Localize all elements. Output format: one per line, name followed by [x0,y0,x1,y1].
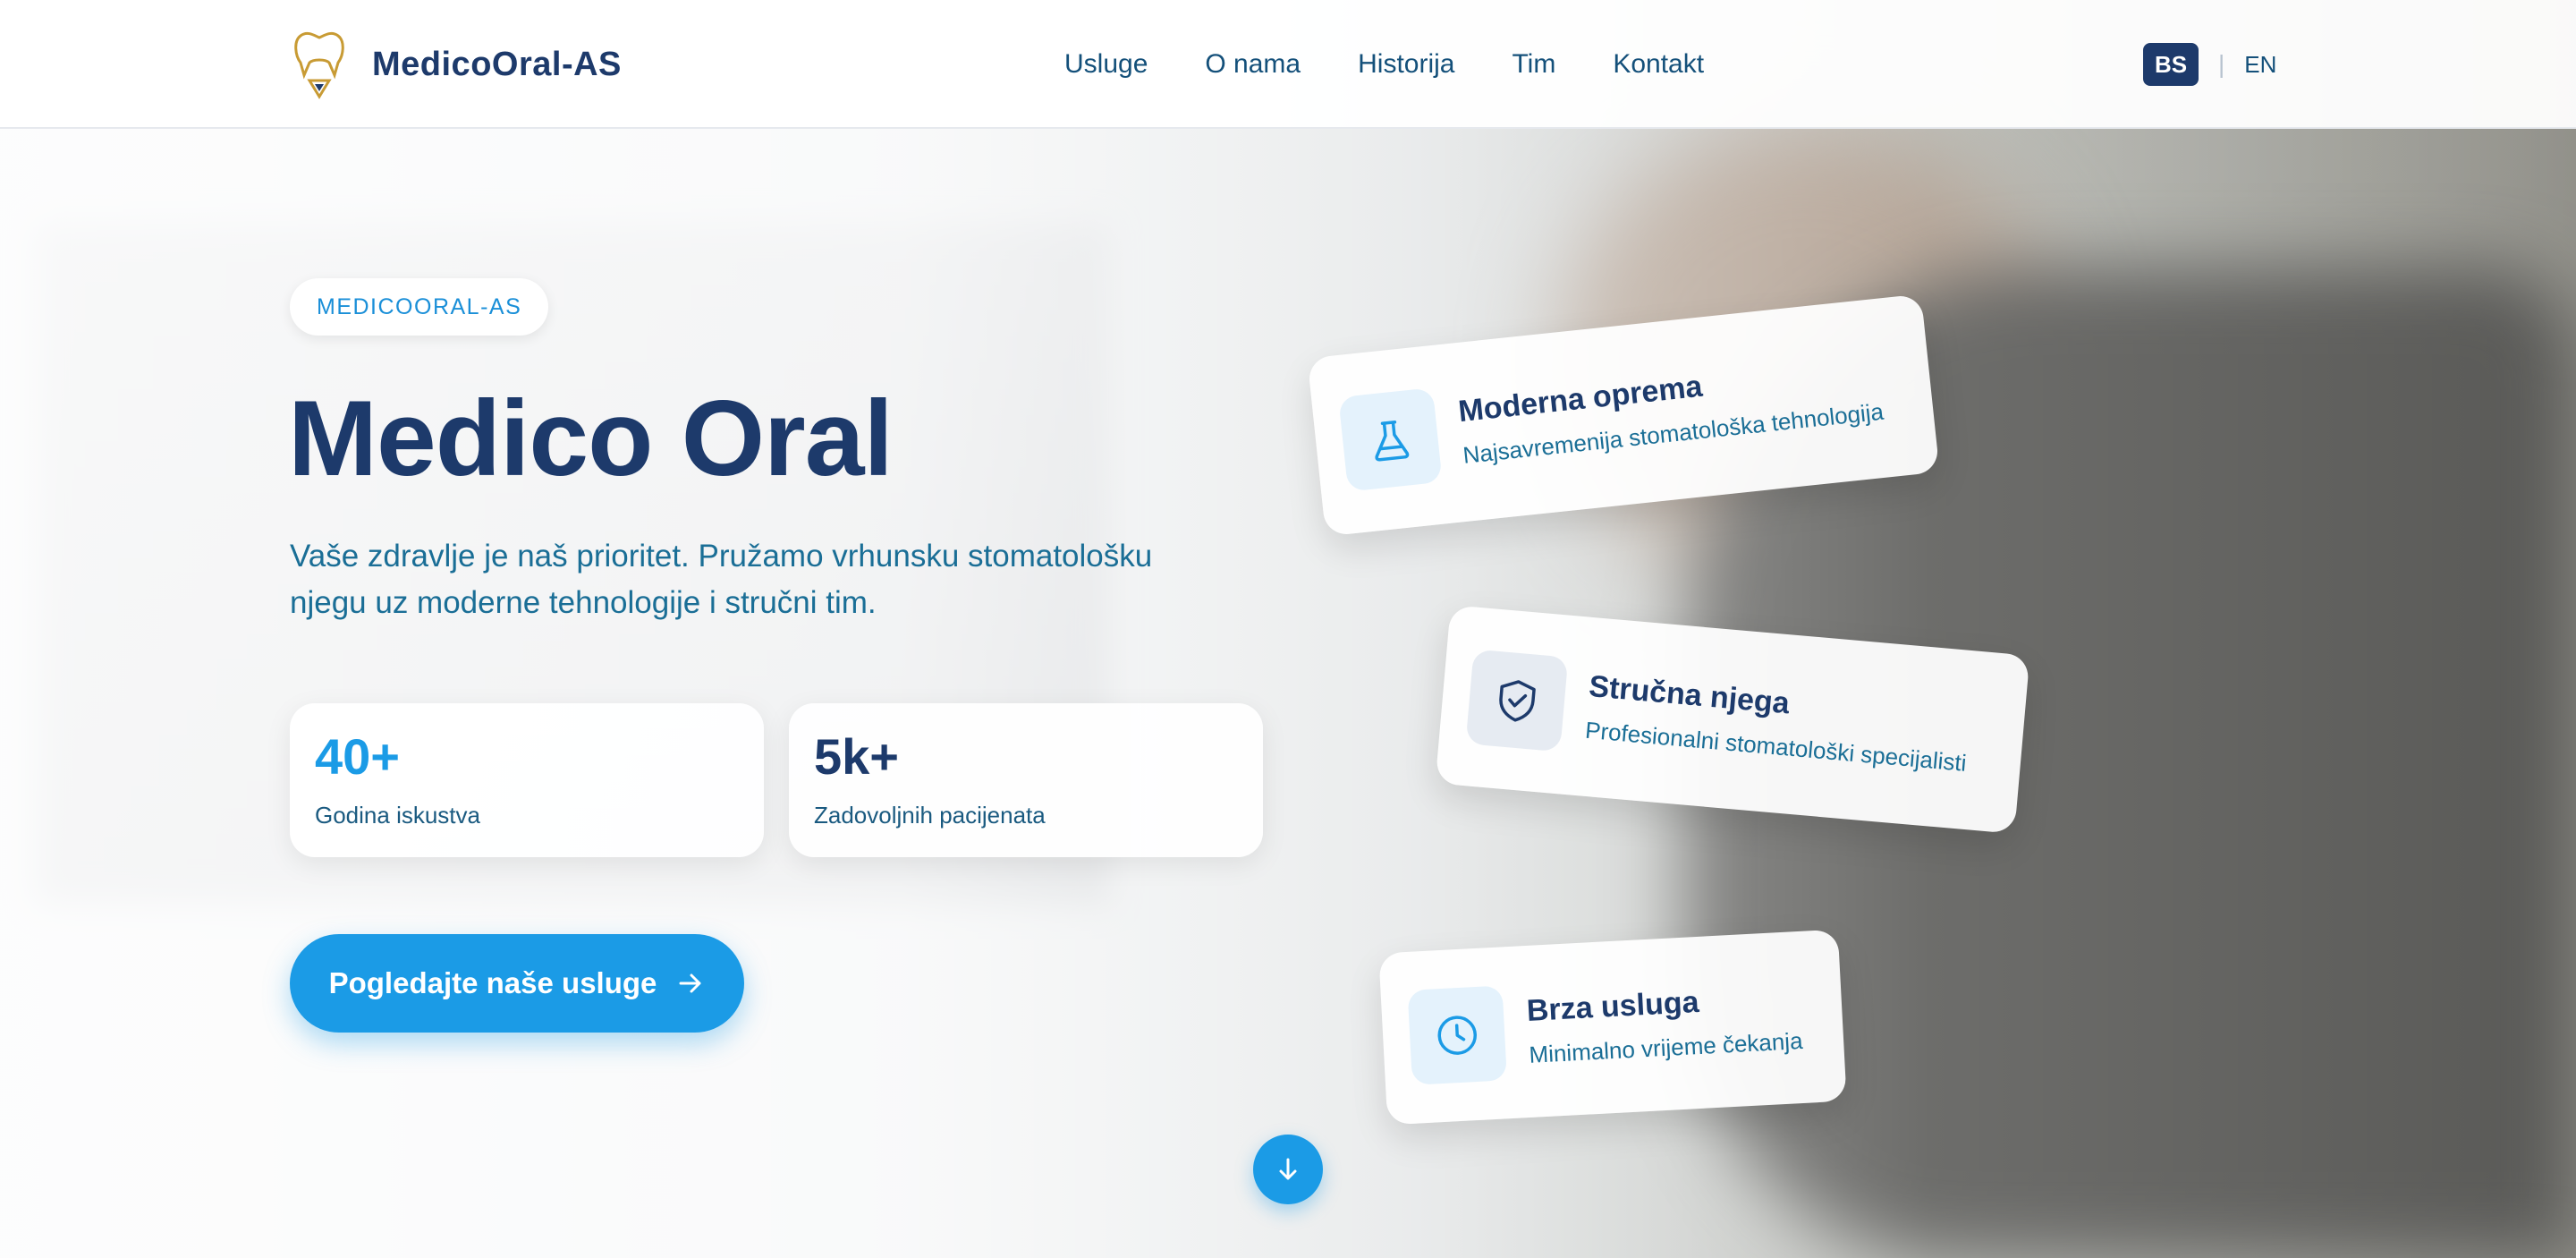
brand-name: MedicoOral-AS [372,45,622,83]
feature-card-speed: Brza usluga Minimalno vrijeme čekanja [1378,929,1847,1126]
stat-label: Godina iskustva [315,802,480,829]
scroll-down-button[interactable] [1253,1135,1323,1204]
stat-value: 5k+ [814,728,899,785]
clock-icon [1407,985,1507,1085]
nav-o-nama[interactable]: O nama [1205,45,1301,84]
lang-en-button[interactable]: EN [2244,51,2276,79]
hero-title: Medico Oral [288,378,894,498]
feature-title: Brza usluga [1525,984,1700,1028]
nav-historija[interactable]: Historija [1358,45,1454,84]
hero-subtitle: Vaše zdravlje je naš prioritet. Pružamo … [290,533,1274,626]
hero-subtitle-line2: njegu uz moderne tehnologije i stručni t… [290,585,877,620]
stat-value: 40+ [315,728,400,785]
nav-tim[interactable]: Tim [1512,45,1555,84]
site-header: MedicoOral-AS Usluge O nama Historija Ti… [0,0,2576,129]
hero-background-photo [0,0,2576,1258]
hero-badge: MEDICOORAL-AS [290,278,549,336]
main-nav: Usluge O nama Historija Tim Kontakt [1064,45,1761,84]
feature-desc: Minimalno vrijeme čekanja [1528,1026,1804,1068]
lang-separator: | [2218,50,2225,78]
nav-usluge[interactable]: Usluge [1064,45,1148,84]
shield-check-icon [1465,649,1569,752]
language-switcher: BS | EN [2143,43,2276,86]
stat-card-patients: 5k+ Zadovoljnih pacijenata [789,703,1263,857]
stat-card-experience: 40+ Godina iskustva [290,703,764,857]
flask-icon [1338,387,1443,492]
brand[interactable]: MedicoOral-AS [292,29,622,100]
services-cta-button[interactable]: Pogledajte naše usluge [290,934,744,1033]
cta-label: Pogledajte naše usluge [328,966,657,999]
nav-kontakt[interactable]: Kontakt [1613,45,1704,84]
hero-subtitle-line1: Vaše zdravlje je naš prioritet. Pružamo … [290,539,1153,574]
arrow-down-icon [1279,1158,1297,1180]
tooth-logo-icon [294,31,344,99]
stat-label: Zadovoljnih pacijenata [814,802,1046,829]
lang-bs-button[interactable]: BS [2143,43,2199,86]
arrow-right-icon [679,973,701,993]
